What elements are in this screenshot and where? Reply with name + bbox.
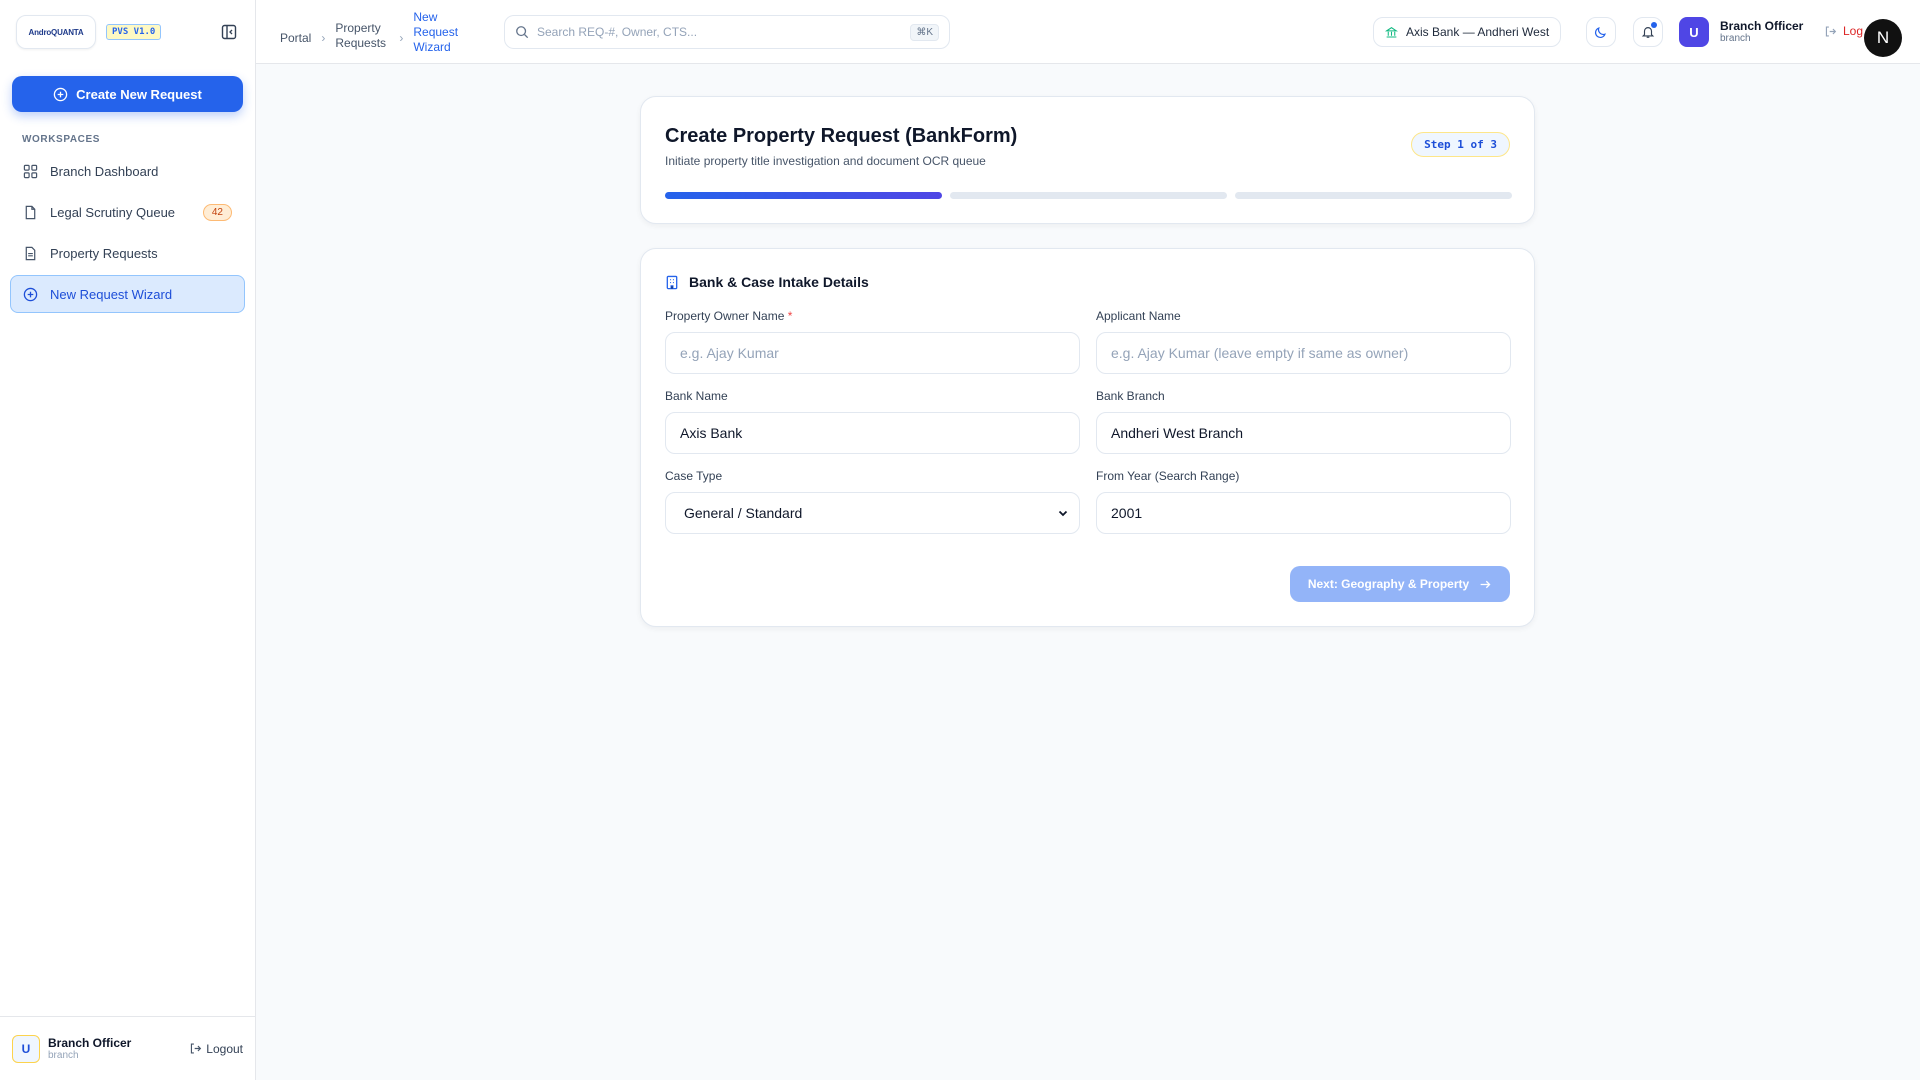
breadcrumb: Portal › Property Requests › New Request… bbox=[280, 10, 461, 55]
building-icon bbox=[666, 275, 678, 289]
logout-icon bbox=[191, 1043, 202, 1054]
case-type-select[interactable]: General / Standard bbox=[665, 492, 1080, 534]
search-shortcut: ⌘K bbox=[910, 23, 939, 41]
search-icon bbox=[516, 26, 529, 39]
from-year-field: From Year (Search Range) 2001 bbox=[1096, 469, 1511, 534]
sidebar-logout-button[interactable]: Logout bbox=[189, 1042, 243, 1056]
bank-name-input[interactable]: Axis Bank bbox=[665, 412, 1080, 454]
sidebar-user-footer: U Branch Officer branch Logout bbox=[0, 1016, 255, 1080]
document-icon bbox=[25, 246, 36, 260]
avatar[interactable]: U bbox=[1679, 17, 1709, 47]
breadcrumb-portal[interactable]: Portal bbox=[280, 31, 311, 46]
notifications-button[interactable] bbox=[1633, 17, 1663, 47]
sidebar-item-label: Property Requests bbox=[50, 245, 158, 261]
version-badge: PVS V1.0 bbox=[106, 24, 162, 40]
avatar: U bbox=[12, 1034, 40, 1063]
sidebar-item-legal-scrutiny-queue[interactable]: Legal Scrutiny Queue 42 bbox=[10, 193, 245, 231]
logout-label: Logout bbox=[206, 1041, 243, 1056]
bank-icon bbox=[1385, 26, 1398, 37]
from-year-label: From Year (Search Range) bbox=[1096, 469, 1240, 483]
sidebar-item-label: Branch Dashboard bbox=[50, 163, 159, 179]
section-title: Bank & Case Intake Details bbox=[689, 274, 869, 290]
next-step-button[interactable]: Next: Geography & Property bbox=[1290, 566, 1510, 602]
applicant-name-field: Applicant Name e.g. Ajay Kumar (leave em… bbox=[1096, 309, 1511, 374]
bank-branch-input[interactable]: Andheri West Branch bbox=[1096, 412, 1511, 454]
progress-step-2 bbox=[950, 192, 1227, 199]
case-type-label: Case Type bbox=[665, 469, 723, 483]
user-role: branch bbox=[1720, 33, 1751, 44]
bank-branch-chip[interactable]: Axis Bank — Andheri West bbox=[1373, 17, 1562, 47]
logo-text: AndroQUANTA bbox=[28, 27, 84, 37]
progress-step-1 bbox=[665, 192, 942, 199]
sidebar-item-label: New Request Wizard bbox=[50, 286, 173, 302]
header-user-info: Branch Officer branch bbox=[1720, 19, 1803, 44]
user-role: branch bbox=[48, 1050, 79, 1061]
required-asterisk: * bbox=[787, 309, 793, 323]
next-step-label: Next: Geography & Property bbox=[1307, 577, 1470, 591]
sidebar-item-property-requests[interactable]: Property Requests bbox=[10, 234, 245, 272]
from-year-input[interactable]: 2001 bbox=[1096, 492, 1511, 534]
create-new-request-label: Create New Request bbox=[76, 86, 202, 102]
grid-icon bbox=[23, 164, 38, 178]
step-badge: Step 1 of 3 bbox=[1411, 132, 1510, 157]
wizard-header-card: Create Property Request (BankForm) Initi… bbox=[640, 96, 1535, 224]
search-placeholder: Search REQ-#, Owner, CTS... bbox=[537, 25, 698, 39]
section-heading: Bank & Case Intake Details bbox=[665, 274, 869, 290]
case-type-value: General / Standard bbox=[684, 505, 803, 521]
applicant-name-input[interactable]: e.g. Ajay Kumar (leave empty if same as … bbox=[1096, 332, 1511, 374]
owner-name-label: Property Owner Name * bbox=[665, 309, 1080, 323]
logout-icon bbox=[1825, 25, 1837, 37]
bank-name-label: Bank Name bbox=[665, 389, 728, 403]
case-type-field: Case Type General / Standard bbox=[665, 469, 1080, 534]
arrow-right-icon bbox=[1480, 580, 1491, 588]
breadcrumb-current: New Request Wizard bbox=[413, 10, 459, 54]
sidebar: AndroQUANTA PVS V1.0 Create New Request … bbox=[0, 0, 256, 1080]
bank-branch-label: Bank Branch bbox=[1096, 389, 1165, 403]
search-input[interactable]: Search REQ-#, Owner, CTS... ⌘K bbox=[504, 15, 950, 49]
sidebar-nav: Branch Dashboard Legal Scrutiny Queue 42… bbox=[10, 152, 245, 316]
floating-avatar-badge[interactable]: N bbox=[1864, 19, 1902, 57]
queue-count-badge: 42 bbox=[202, 203, 232, 221]
applicant-name-label: Applicant Name bbox=[1096, 309, 1181, 323]
moon-icon bbox=[1595, 27, 1606, 38]
user-name: Branch Officer bbox=[1720, 19, 1804, 33]
file-icon bbox=[25, 205, 36, 219]
page-subtitle: Initiate property title investigation an… bbox=[665, 154, 986, 168]
sidebar-item-branch-dashboard[interactable]: Branch Dashboard bbox=[10, 152, 245, 190]
breadcrumb-chevron-icon: › bbox=[399, 30, 404, 45]
top-header: Portal › Property Requests › New Request… bbox=[256, 0, 1920, 64]
bank-chip-label: Axis Bank — Andheri West bbox=[1406, 25, 1550, 39]
sidebar-user-info: Branch Officer branch bbox=[48, 1036, 131, 1061]
wizard-progress bbox=[665, 192, 1512, 199]
plus-circle-icon bbox=[53, 87, 68, 101]
create-new-request-button[interactable]: Create New Request bbox=[12, 76, 243, 112]
owner-name-input[interactable]: e.g. Ajay Kumar bbox=[665, 332, 1080, 374]
owner-name-label-text: Property Owner Name bbox=[665, 309, 785, 323]
app-logo[interactable]: AndroQUANTA bbox=[16, 15, 96, 49]
page-title: Create Property Request (BankForm) bbox=[665, 125, 1018, 147]
chevron-down-icon bbox=[1058, 510, 1068, 517]
theme-toggle-button[interactable] bbox=[1586, 17, 1616, 47]
intake-form-card: Bank & Case Intake Details Property Owne… bbox=[640, 248, 1535, 627]
bank-name-field: Bank Name Axis Bank bbox=[665, 389, 1080, 454]
owner-name-field: Property Owner Name * e.g. Ajay Kumar bbox=[665, 309, 1080, 374]
plus-circle-icon bbox=[23, 287, 38, 301]
sidebar-collapse-icon[interactable] bbox=[219, 22, 239, 42]
sidebar-item-new-request-wizard[interactable]: New Request Wizard bbox=[10, 275, 245, 313]
workspaces-label: WORKSPACES bbox=[22, 134, 101, 145]
breadcrumb-property-requests[interactable]: Property Requests bbox=[335, 21, 389, 51]
bank-branch-field: Bank Branch Andheri West Branch bbox=[1096, 389, 1511, 454]
progress-step-3 bbox=[1235, 192, 1512, 199]
notification-dot bbox=[1651, 22, 1657, 28]
sidebar-item-label: Legal Scrutiny Queue bbox=[50, 204, 176, 220]
user-name: Branch Officer bbox=[48, 1036, 132, 1050]
breadcrumb-chevron-icon: › bbox=[321, 30, 326, 45]
